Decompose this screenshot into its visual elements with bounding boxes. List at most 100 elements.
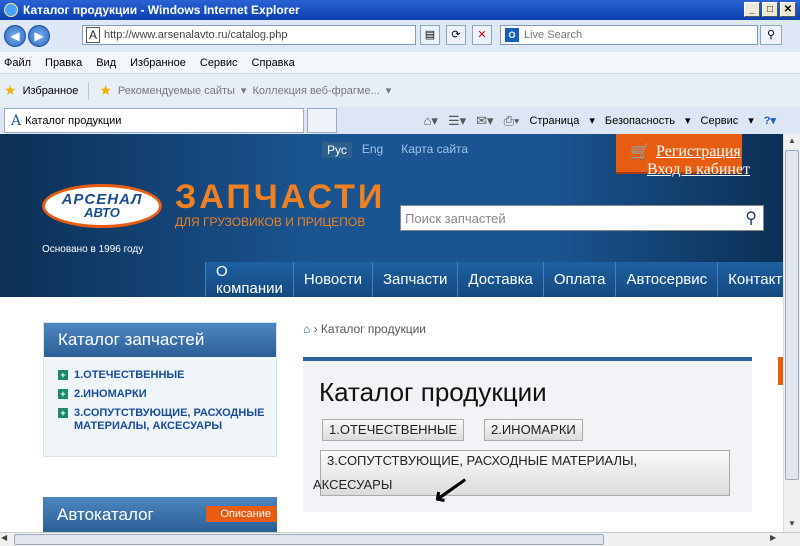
address-url: http://www.arsenalavto.ru/catalog.php — [104, 29, 288, 41]
horizontal-scrollbar[interactable]: ◀ ▶ — [0, 532, 800, 546]
title-bar: Каталог продукции - Windows Internet Exp… — [0, 0, 800, 20]
nav-contacts[interactable]: Контакт — [717, 262, 783, 297]
chevron-down-icon[interactable]: ▾ — [748, 114, 754, 127]
plus-icon: + — [58, 408, 68, 418]
chevron-down-icon[interactable]: ▾ — [685, 114, 691, 127]
nav-parts[interactable]: Запчасти — [371, 262, 458, 297]
vertical-scrollbar[interactable]: ▲ ▼ — [783, 134, 800, 532]
chevron-down-icon[interactable]: ▾ — [386, 84, 392, 97]
help-icon[interactable]: ?▾ — [764, 114, 776, 127]
site-logo[interactable]: АРСЕНАЛ АВТО — [42, 184, 162, 228]
breadcrumb-current: Каталог продукции — [320, 322, 426, 336]
nav-delivery[interactable]: Доставка — [457, 262, 543, 297]
ie-icon — [4, 3, 18, 17]
cat3-line2: АКСЕСУАРЫ — [313, 477, 393, 492]
nav-about[interactable]: О компании — [205, 262, 293, 297]
plus-icon: + — [58, 370, 68, 380]
chevron-down-icon[interactable]: ▾ — [589, 114, 595, 127]
cat3-line1: 3.СОПУТСТВУЮЩИЕ, РАСХОДНЫЕ МАТЕРИАЛЫ, — [327, 453, 638, 468]
breadcrumb: ⌂ › Каталог продукции — [303, 322, 426, 336]
hscroll-thumb[interactable] — [14, 534, 604, 545]
tab-title: Каталог продукции — [25, 114, 122, 127]
web-slice-gallery[interactable]: Коллекция веб-фрагме... — [252, 85, 379, 97]
favorites-bar: ★ Избранное ★ Рекомендуемые сайты ▾ Колл… — [0, 74, 800, 107]
home-icon[interactable]: ⌂ — [303, 322, 310, 336]
tab-row: A Каталог продукции ⌂▾ ☰▾ ✉▾ ⎙▾ Страница… — [0, 107, 800, 134]
page-menu[interactable]: Страница — [529, 115, 579, 127]
brand-title: ЗАПЧАСТИ — [175, 178, 386, 216]
minimize-button[interactable]: _ — [744, 2, 760, 17]
sidebar-item-label: 3.СОПУТСТВУЮЩИЕ, РАСХОДНЫЕ МАТЕРИАЛЫ, АК… — [74, 407, 265, 432]
lang-en[interactable]: Eng — [362, 142, 383, 158]
nav-payment[interactable]: Оплата — [542, 262, 616, 297]
menu-help[interactable]: Справка — [252, 57, 295, 69]
page-icon: A — [11, 112, 22, 129]
cat-foreign-button[interactable]: 2.ИНОМАРКИ — [484, 419, 583, 441]
search-placeholder: Live Search — [524, 29, 583, 41]
back-button[interactable]: ◀ — [4, 25, 26, 47]
page-title: Каталог продукции — [319, 377, 547, 407]
scroll-up-icon[interactable]: ▲ — [785, 134, 799, 148]
cart-icon[interactable]: 🛒 — [630, 142, 650, 162]
sidebar-item-accessories[interactable]: +3.СОПУТСТВУЮЩИЕ, РАСХОДНЫЕ МАТЕРИАЛЫ, А… — [58, 407, 276, 433]
window-title: Каталог продукции - Windows Internet Exp… — [23, 3, 300, 17]
autocatalog-title: Автокаталог — [57, 504, 154, 524]
search-button[interactable]: ⚲ — [760, 25, 782, 45]
scroll-left-icon[interactable]: ◀ — [1, 533, 7, 542]
menu-view[interactable]: Вид — [96, 57, 116, 69]
main-nav: О компании Новости Запчасти Доставка Опл… — [205, 262, 783, 297]
sidebar-item-label: 1.ОТЕЧЕСТВЕННЫЕ — [74, 369, 185, 381]
tools-menu[interactable]: Сервис — [701, 115, 739, 127]
site-header: Рус Eng Карта сайта 🛒 Регистрация Вход в… — [0, 134, 783, 297]
mail-icon[interactable]: ✉▾ — [476, 113, 493, 129]
founded-text: Основано в 1996 году — [42, 244, 144, 255]
refresh-button[interactable]: ⟳ — [446, 25, 466, 45]
sidebar-item-domestic[interactable]: +1.ОТЕЧЕСТВЕННЫЕ — [58, 369, 276, 382]
separator — [88, 81, 90, 100]
page-viewport: Рус Eng Карта сайта 🛒 Регистрация Вход в… — [0, 134, 783, 532]
close-button[interactable]: ✕ — [780, 2, 796, 17]
compat-view-button[interactable]: ▤ — [420, 25, 440, 45]
parts-search-placeholder: Поиск запчастей — [405, 210, 506, 226]
new-tab-button[interactable] — [307, 108, 337, 133]
parts-search-input[interactable]: Поиск запчастей ⚲ — [400, 205, 764, 231]
home-icon[interactable]: ⌂▾ — [424, 113, 438, 129]
menu-edit[interactable]: Правка — [45, 57, 82, 69]
maximize-button[interactable]: □ — [762, 2, 778, 17]
brand-tagline: ДЛЯ ГРУЗОВИКОВ И ПРИЦЕПОВ — [175, 215, 366, 229]
scroll-down-icon[interactable]: ▼ — [785, 517, 799, 531]
menu-favorites[interactable]: Избранное — [130, 57, 186, 69]
favorites-button[interactable]: Избранное — [23, 85, 79, 97]
cat-domestic-button[interactable]: 1.ОТЕЧЕСТВЕННЫЕ — [322, 419, 465, 441]
page-icon: A — [86, 27, 100, 43]
cat-accessories-button[interactable]: 3.СОПУТСТВУЮЩИЕ, РАСХОДНЫЕ МАТЕРИАЛЫ, АК… — [313, 450, 730, 496]
scroll-right-icon[interactable]: ▶ — [770, 533, 776, 542]
sitemap-link[interactable]: Карта сайта — [401, 142, 468, 158]
add-favorite-icon[interactable]: ★ — [99, 82, 112, 99]
live-search-input[interactable]: O Live Search — [500, 25, 758, 45]
live-search-icon: O — [505, 28, 519, 42]
tab-catalog[interactable]: A Каталог продукции — [4, 108, 304, 133]
scroll-thumb[interactable] — [785, 150, 799, 480]
menu-bar: Файл Правка Вид Избранное Сервис Справка — [0, 52, 800, 74]
print-icon[interactable]: ⎙▾ — [504, 113, 520, 129]
address-field[interactable]: A http://www.arsenalavto.ru/catalog.php — [82, 25, 416, 45]
sidebar-title: Каталог запчастей — [44, 323, 276, 357]
safety-menu[interactable]: Безопасность — [605, 115, 675, 127]
search-icon[interactable]: ⚲ — [745, 208, 757, 228]
lang-ru[interactable]: Рус — [322, 142, 352, 158]
menu-tools[interactable]: Сервис — [200, 57, 238, 69]
chevron-down-icon[interactable]: ▾ — [241, 84, 247, 97]
description-tab[interactable]: Описание — [206, 506, 277, 522]
login-link[interactable]: Вход в кабинет — [647, 161, 750, 179]
sidebar-item-foreign[interactable]: +2.ИНОМАРКИ — [58, 388, 276, 401]
sidebar-catalog: Каталог запчастей +1.ОТЕЧЕСТВЕННЫЕ +2.ИН… — [43, 322, 277, 457]
stop-button[interactable]: ✕ — [472, 25, 492, 45]
register-link[interactable]: Регистрация — [656, 143, 741, 161]
nav-news[interactable]: Новости — [292, 262, 372, 297]
nav-service[interactable]: Автосервис — [615, 262, 718, 297]
forward-button[interactable]: ▶ — [28, 25, 50, 47]
menu-file[interactable]: Файл — [4, 57, 31, 69]
rss-icon[interactable]: ☰▾ — [448, 113, 466, 129]
suggested-sites[interactable]: Рекомендуемые сайты — [118, 85, 235, 97]
